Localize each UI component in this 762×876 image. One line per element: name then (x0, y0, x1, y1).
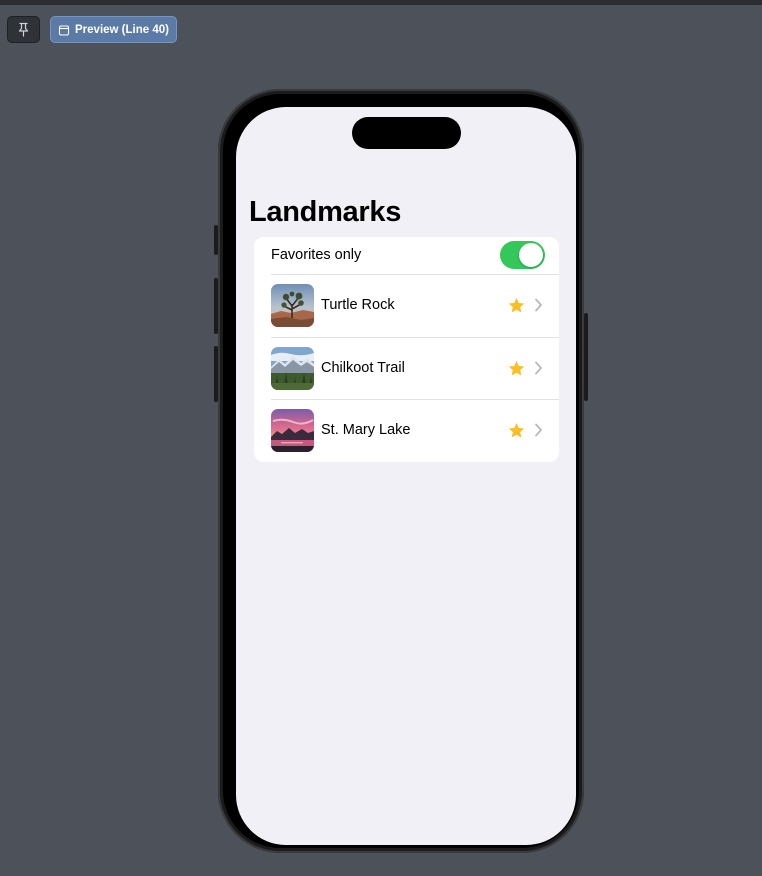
turtle-rock-thumbnail (271, 284, 314, 327)
volume-down-button (214, 346, 218, 402)
phone-bezel: Landmarks Favorites only Turtle Rock Chi… (223, 94, 579, 848)
landmark-name: St. Mary Lake (321, 422, 411, 438)
landmark-row-st-mary-lake[interactable]: St. Mary Lake (254, 400, 559, 462)
landmark-list: Favorites only Turtle Rock Chilkoot Trai… (254, 237, 559, 462)
iphone-simulator-frame: Landmarks Favorites only Turtle Rock Chi… (214, 89, 588, 853)
navigation-title: Landmarks (249, 196, 402, 228)
preview-button[interactable]: Preview (Line 40) (50, 16, 177, 43)
star-icon (508, 422, 525, 438)
chevron-right-icon (535, 423, 542, 437)
chilkoot-trail-thumbnail (271, 347, 314, 390)
toggle-knob (519, 243, 543, 267)
power-button (584, 313, 588, 401)
st-mary-lake-thumbnail (271, 409, 314, 452)
landmark-row-turtle-rock[interactable]: Turtle Rock (254, 275, 559, 337)
phone-screen: Landmarks Favorites only Turtle Rock Chi… (236, 107, 576, 845)
editor-top-edge (0, 0, 762, 5)
preview-device-icon (58, 24, 70, 36)
chevron-right-icon (535, 361, 542, 375)
action-button (214, 225, 218, 255)
pin-icon (18, 22, 29, 37)
chevron-right-icon (535, 298, 542, 312)
favorites-toggle-switch[interactable] (500, 241, 545, 269)
dynamic-island (352, 117, 461, 149)
volume-up-button (214, 278, 218, 334)
favorites-toggle-label: Favorites only (271, 247, 362, 263)
landmark-row-chilkoot-trail[interactable]: Chilkoot Trail (254, 338, 559, 400)
landmark-name: Turtle Rock (321, 297, 395, 313)
star-icon (508, 297, 525, 313)
pin-button[interactable] (7, 16, 40, 43)
star-icon (508, 360, 525, 376)
landmark-name: Chilkoot Trail (321, 360, 405, 376)
preview-label: Preview (Line 40) (75, 23, 169, 36)
favorites-toggle-row[interactable]: Favorites only (254, 237, 559, 274)
